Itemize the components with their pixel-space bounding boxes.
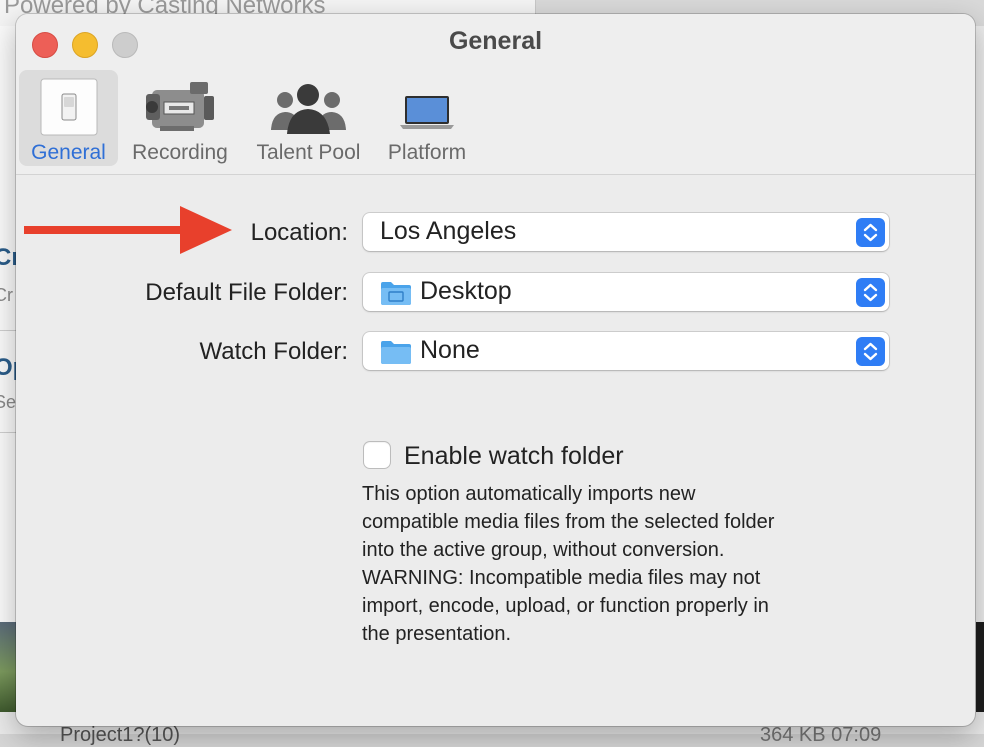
location-popup[interactable]: Los Angeles [363, 213, 889, 251]
background-divider [0, 330, 16, 331]
enable-watch-folder-checkbox[interactable] [364, 442, 390, 468]
description-line: import, encode, upload, or function prop… [362, 595, 769, 617]
tab-general[interactable]: General [19, 70, 118, 166]
chevron-up-down-icon [856, 278, 885, 307]
watch-folder-description: This option automatically imports new co… [362, 480, 882, 648]
background-bottom-text: Project1?(10) [60, 724, 181, 746]
background-thumbnail [0, 622, 16, 712]
tab-label: Talent Pool [256, 141, 361, 164]
preferences-window: General General Recording Talent Pool Pl… [16, 14, 975, 726]
tab-label: Platform [387, 141, 467, 164]
tab-recording[interactable]: Recording [124, 70, 236, 166]
default-folder-value: Desktop [420, 277, 512, 305]
window-title: General [448, 27, 543, 55]
background-bottom-meta: 364 KB 07:09 [760, 724, 882, 746]
watch-folder-popup[interactable]: None [363, 332, 889, 370]
background-right-panel [976, 622, 984, 712]
watch-folder-label: Watch Folder: [199, 338, 349, 365]
people-group-icon [245, 78, 372, 136]
window-toolbar: General General Recording Talent Pool Pl… [16, 14, 975, 175]
enable-watch-folder-label[interactable]: Enable watch folder [404, 442, 624, 471]
video-camera-icon [124, 78, 236, 136]
description-line: into the active group, without conversio… [362, 539, 725, 561]
description-line: This option automatically imports new [362, 483, 696, 505]
background-left-panel [0, 26, 16, 626]
watch-folder-value: None [420, 336, 480, 364]
default-folder-popup[interactable]: Desktop [363, 273, 889, 311]
chevron-up-down-icon [856, 337, 885, 366]
location-value: Los Angeles [380, 217, 517, 245]
desktop-folder-icon [380, 280, 412, 311]
tab-talent-pool[interactable]: Talent Pool [245, 70, 372, 166]
red-arrow-icon [24, 206, 232, 254]
background-list-item-subtitle: Se [0, 392, 17, 412]
folder-icon [380, 339, 412, 370]
light-switch-icon [19, 78, 118, 136]
default-folder-label: Default File Folder: [145, 279, 348, 306]
background-list-item-subtitle: Cr [0, 285, 13, 305]
description-line: WARNING: Incompatible media files may no… [362, 567, 761, 589]
tab-label: General [31, 141, 106, 164]
location-label: Location: [250, 219, 348, 246]
description-line: the presentation. [362, 623, 511, 645]
tab-label: Recording [132, 141, 228, 164]
background-divider [0, 432, 16, 433]
laptop-icon [378, 78, 476, 136]
description-line: compatible media files from the selected… [362, 511, 775, 533]
tab-platform[interactable]: Platform [378, 70, 476, 166]
chevron-up-down-icon [856, 218, 885, 247]
